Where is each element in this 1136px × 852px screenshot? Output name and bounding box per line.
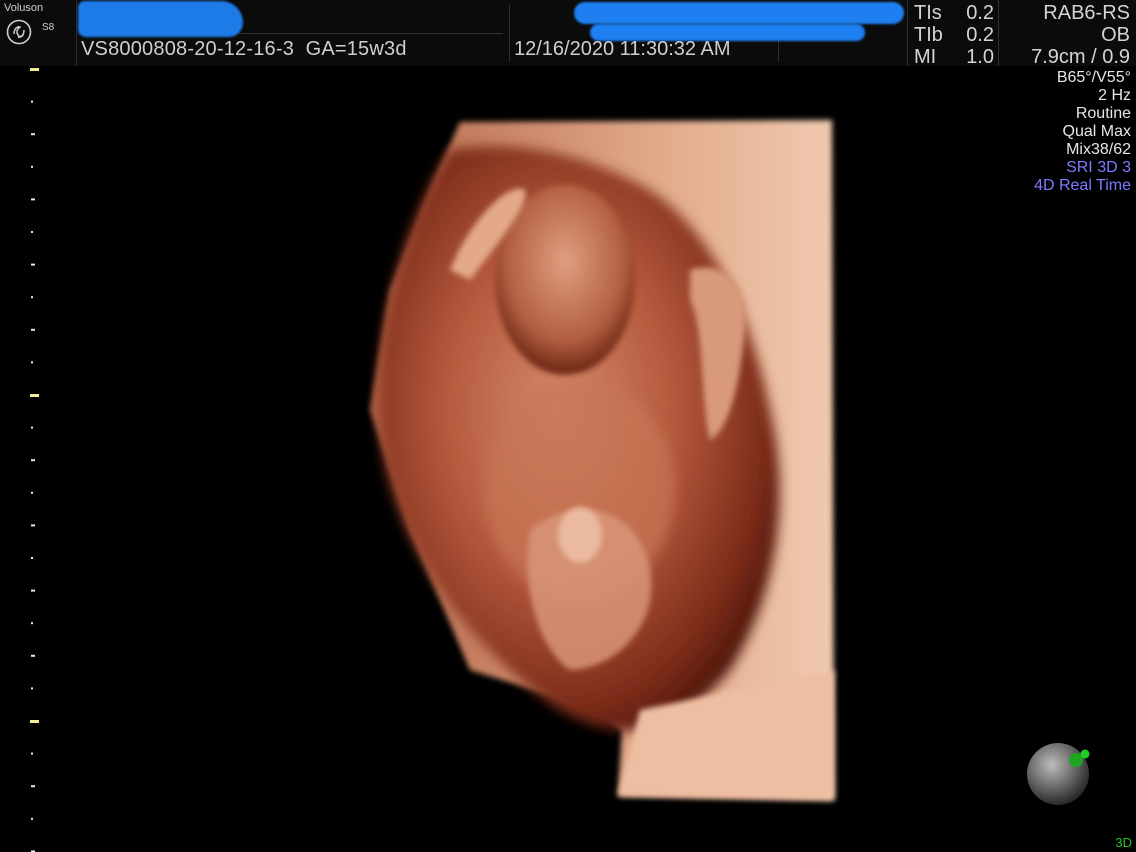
orientation-ball-icon[interactable] (1022, 738, 1094, 810)
param-sri: SRI 3D 3 (1066, 159, 1131, 176)
header-bar: Voluson S8 VS8000808-20-12-16-3 GA=15w3d… (0, 0, 1136, 68)
scale-minor-tick (31, 100, 33, 103)
param-quality: Qual Max (1062, 123, 1131, 140)
ti-soft-row: TIs 0.2 (914, 2, 994, 24)
mi-row: MI 1.0 (914, 46, 994, 68)
scale-minor-tick (31, 328, 35, 331)
scale-minor-tick (31, 165, 33, 168)
scale-minor-tick (31, 622, 33, 625)
scale-minor-tick (31, 524, 35, 527)
scale-minor-tick (31, 133, 35, 136)
probe-depth: 7.9cm / 0.9 (1031, 46, 1130, 68)
safety-value: 0.2 (966, 2, 994, 24)
gestational-age: GA=15w3d (305, 38, 407, 60)
param-angles: B65°/V55° (1056, 69, 1131, 86)
ti-bone-row: TIb 0.2 (914, 24, 994, 46)
scale-minor-tick (31, 296, 33, 299)
probe-name: RAB6-RS (1043, 2, 1130, 24)
safety-label: TIb (914, 24, 943, 46)
depth-scale (30, 68, 39, 852)
scale-minor-tick (31, 785, 35, 788)
exam-id: VS8000808-20-12-16-3 (81, 38, 295, 60)
probe-preset: OB (1101, 24, 1130, 46)
ge-logo-icon (6, 19, 32, 45)
divider (998, 0, 999, 66)
brand-name: Voluson (4, 2, 44, 14)
divider (509, 4, 510, 62)
model-label: S8 (42, 22, 55, 33)
scale-minor-tick (31, 459, 35, 462)
safety-value: 1.0 (966, 46, 994, 68)
safety-indices: TIs 0.2 TIb 0.2 MI 1.0 (914, 2, 994, 68)
safety-label: TIs (914, 2, 942, 24)
exam-info: VS8000808-20-12-16-3 GA=15w3d (81, 38, 407, 61)
safety-label: MI (914, 46, 937, 68)
redacted-institution (574, 2, 904, 24)
scale-minor-tick (31, 491, 33, 494)
scale-major-tick (30, 394, 39, 397)
safety-value: 0.2 (966, 24, 994, 46)
divider (907, 0, 908, 66)
param-realtime: 4D Real Time (1034, 177, 1131, 194)
scale-minor-tick (31, 361, 33, 364)
param-rate: 2 Hz (1098, 87, 1131, 104)
param-mix: Mix38/62 (1066, 141, 1131, 158)
scale-major-tick (30, 68, 39, 71)
scale-minor-tick (31, 557, 33, 559)
scale-minor-tick (31, 752, 33, 755)
param-mode: Routine (1075, 105, 1131, 122)
scale-minor-tick (31, 589, 35, 592)
imaging-parameters: B65°/V55° 2 Hz Routine Qual Max Mix38/62… (1034, 69, 1131, 195)
scale-minor-tick (31, 654, 35, 657)
scale-minor-tick (31, 687, 33, 690)
redacted-patient-name (78, 1, 243, 37)
scale-minor-tick (31, 817, 33, 820)
scale-major-tick (30, 720, 39, 723)
exam-datetime: 12/16/2020 11:30:32 AM (514, 38, 731, 60)
scale-minor-tick (31, 263, 35, 266)
fetal-knee (558, 507, 602, 563)
scale-minor-tick (31, 198, 35, 201)
scale-minor-tick (31, 231, 33, 233)
fetal-3d-render (370, 120, 834, 800)
probe-info: RAB6-RS OB 7.9cm / 0.9 (1031, 2, 1130, 68)
brand-area: Voluson S8 (0, 0, 77, 66)
scale-minor-tick (31, 426, 33, 429)
render-mode-label: 3D (1115, 835, 1132, 850)
